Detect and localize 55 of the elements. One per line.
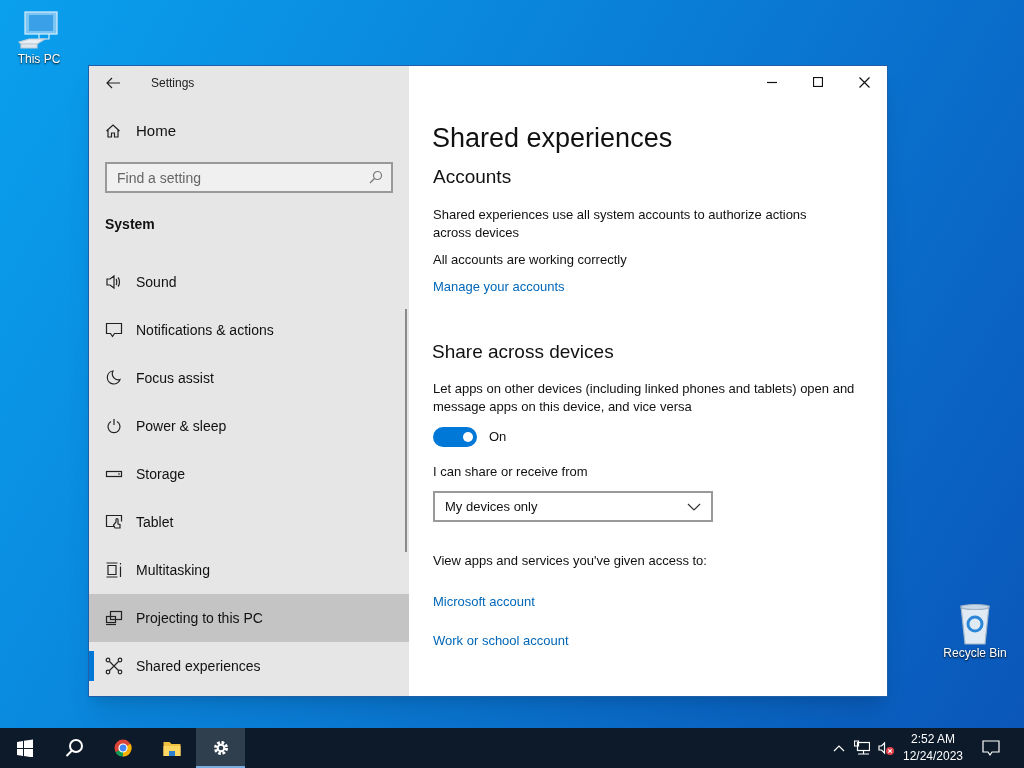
section-heading: System [104,215,156,234]
network-icon[interactable] [854,740,870,756]
nav-item[interactable]: Tablet [89,498,409,546]
moon-icon [105,369,123,387]
windows-logo-icon [15,739,34,757]
gear-icon [211,739,230,757]
link[interactable]: Manage your accounts [433,278,565,296]
clock[interactable]: 2:52 AM 12/24/2023 [898,731,968,765]
link[interactable]: Work or school account [433,632,569,650]
description-text: Let apps on other devices (including linked phones and tablets) open and message apps on this device, and vice versa [433,380,856,416]
section-heading: Accounts [433,165,513,189]
toggle-switch[interactable] [433,427,477,447]
desktop-icon-label[interactable]: Recycle Bin [943,646,1007,661]
muted-speaker-icon[interactable] [878,740,894,756]
speaker-icon [105,273,123,291]
search-icon [369,170,383,184]
field-label: I can share or receive from [433,463,589,481]
description-text: View apps and services you've given access to: [433,552,708,570]
network-icon [105,657,123,675]
power-icon [105,417,123,435]
nav-item[interactable]: Multitasking [89,546,409,594]
status-text: All accounts are working correctly [433,251,628,269]
taskbar-button[interactable] [196,728,245,768]
nav-item[interactable]: Notifications & actions [89,306,409,354]
search-icon [64,739,83,757]
window-title: Settings [151,75,195,92]
search-field[interactable]: Find a setting [105,162,393,193]
browser-icon [113,739,132,757]
notification-icon[interactable] [982,739,1000,757]
projector-icon [105,609,123,627]
folder-icon [162,739,181,757]
scrollbar-thumb[interactable] [405,309,407,552]
link[interactable]: Microsoft account [433,593,535,611]
nav-item[interactable]: Projecting to this PC [89,594,409,642]
chevron-down-icon [687,502,701,511]
home-link[interactable]: Home [89,107,409,155]
back-icon[interactable] [105,75,121,91]
computer-icon[interactable] [17,10,61,52]
selection-indicator [89,651,94,681]
toggle-label: On [489,428,507,447]
tablet-icon [105,513,123,531]
dropdown[interactable]: My devices only [433,491,713,522]
description-text: Shared experiences use all system accounts to authorize actions across devices [433,206,808,242]
home-icon [105,123,121,139]
multitasking-icon [105,561,123,579]
page-title: Shared experiences [432,122,674,155]
speech-bubble-icon [105,321,123,339]
maximize-icon [813,77,823,87]
section-heading: Share across devices [432,340,615,364]
nav-item[interactable]: Storage [89,450,409,498]
close-icon [858,76,870,88]
nav-item[interactable]: Power & sleep [89,402,409,450]
nav-item[interactable]: Focus assist [89,354,409,402]
nav-item[interactable]: Sound [89,258,409,306]
chevron-up-icon[interactable] [833,744,845,752]
